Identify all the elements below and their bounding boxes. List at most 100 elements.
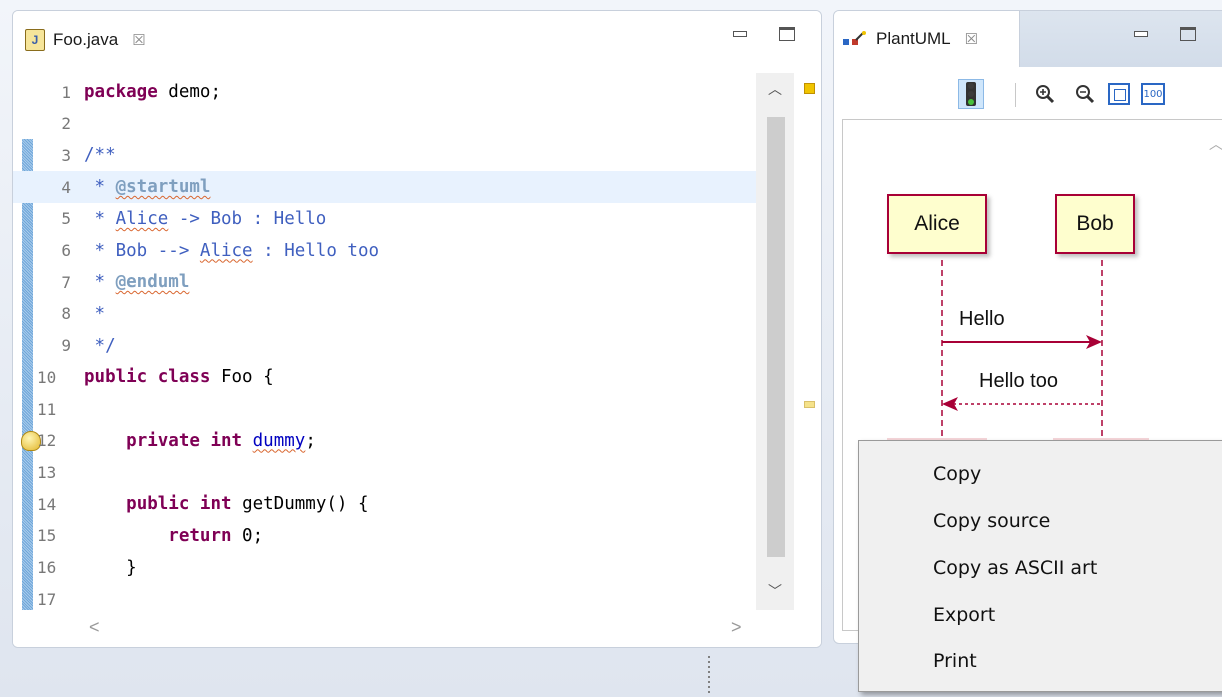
code-token: Foo {	[210, 367, 274, 388]
code-token: *	[84, 272, 116, 293]
code-token: Alice	[199, 240, 253, 261]
line-number: 11	[37, 399, 57, 419]
close-tab-icon[interactable]: ☒	[132, 31, 145, 49]
code-line[interactable]: 10 public class Foo {	[13, 361, 756, 393]
toolbar-separator	[1015, 83, 1016, 107]
line-number: 17	[37, 589, 57, 609]
scroll-down-icon[interactable]: ﹀	[768, 581, 782, 601]
line-number: 12	[37, 431, 57, 451]
traffic-light-icon[interactable]	[958, 79, 984, 109]
code-text: /**	[84, 145, 116, 165]
scroll-left-icon[interactable]: <	[89, 617, 100, 638]
line-number: 16	[37, 558, 57, 577]
code-token: *	[84, 208, 116, 229]
code-editor[interactable]: 1 package demo; 2 3/** 4 * @startuml 5 * Alic…	[13, 73, 756, 610]
code-token: public	[126, 494, 190, 515]
message-label-hello-too: Hello too	[979, 370, 1058, 392]
code-token: *	[84, 177, 116, 198]
menu-item-copy-ascii-art[interactable]: Copy as ASCII art	[859, 545, 1222, 591]
code-text: * @startuml	[84, 177, 211, 198]
line-number: 6	[61, 241, 71, 260]
java-file-icon: J	[25, 29, 45, 51]
plantuml-tab-label: PlantUML	[876, 29, 951, 48]
code-token: Alice	[115, 208, 169, 229]
code-token: demo;	[157, 82, 221, 102]
scroll-right-icon[interactable]: >	[731, 617, 742, 638]
line-number: 15	[37, 526, 57, 546]
code-token: getDummy() {	[231, 494, 369, 515]
plantuml-toolbar: 100	[834, 67, 1222, 119]
editor-tab-foo-java[interactable]: J Foo.java ☒	[25, 23, 146, 57]
code-text: return 0;	[84, 526, 263, 546]
close-tab-icon[interactable]: ☒	[965, 30, 978, 48]
code-line[interactable]: 9 */	[13, 330, 756, 362]
code-line[interactable]: 12 private int dummy;	[13, 425, 756, 457]
zoom-out-icon[interactable]	[1072, 79, 1098, 109]
maximize-icon[interactable]	[779, 27, 795, 41]
code-token: */	[84, 335, 116, 356]
context-menu: Copy Copy source Copy as ASCII art Expor…	[858, 440, 1222, 692]
zoom-100-icon[interactable]: 100	[1140, 79, 1166, 109]
minimize-icon[interactable]	[731, 27, 747, 41]
line-number: 5	[61, 209, 71, 229]
code-line[interactable]: 7 * @enduml	[13, 266, 756, 298]
code-token: class	[157, 367, 211, 388]
code-token: private	[126, 430, 200, 451]
code-line[interactable]: 6 * Bob --> Alice : Hello too	[13, 235, 756, 267]
line-number: 1	[61, 82, 71, 102]
annotation-marker[interactable]	[804, 83, 815, 94]
plantuml-icon	[843, 31, 866, 45]
code-line[interactable]: 15 return 0;	[13, 520, 756, 552]
maximize-icon[interactable]	[1180, 27, 1196, 41]
code-line[interactable]: 16 }	[13, 552, 756, 584]
line-number: 10	[37, 367, 57, 387]
code-line[interactable]: 11	[13, 393, 756, 425]
horizontal-scrollbar[interactable]: < >	[13, 610, 821, 647]
line-number: 9	[61, 336, 71, 356]
code-token: }	[84, 557, 137, 578]
minimize-icon[interactable]	[1132, 27, 1148, 41]
code-token: /**	[84, 145, 116, 166]
participant-alice: Alice	[887, 194, 987, 254]
occurrence-marker[interactable]	[804, 401, 815, 408]
code-line[interactable]: 13	[13, 456, 756, 488]
menu-item-export[interactable]: Export	[859, 592, 1222, 638]
code-line[interactable]: 2	[13, 108, 756, 140]
code-text: public int getDummy() {	[84, 494, 369, 515]
code-line[interactable]: 8 *	[13, 298, 756, 330]
code-line[interactable]: 3 /**	[13, 139, 756, 171]
menu-item-print[interactable]: Print	[859, 638, 1222, 684]
scrollbar-thumb[interactable]	[767, 117, 785, 557]
code-line[interactable]: 5 * Alice -> Bob : Hello	[13, 203, 756, 235]
code-token: int	[199, 494, 232, 515]
scroll-up-icon[interactable]: ︿	[768, 79, 782, 99]
code-token: int	[210, 430, 243, 451]
code-text: *	[84, 304, 106, 324]
java-editor-panel: J Foo.java ☒ 1 package demo; 2 3 /** 4 * @sta…	[12, 10, 822, 648]
overview-ruler[interactable]	[794, 73, 821, 610]
vertical-scrollbar[interactable]: ︿ ﹀	[756, 73, 794, 610]
fit-to-window-icon[interactable]	[1106, 79, 1132, 109]
code-line[interactable]: 1 package demo;	[13, 76, 756, 108]
code-token: : Hello too	[252, 240, 380, 261]
code-line[interactable]: 17	[13, 583, 756, 610]
code-line[interactable]: 4 * @startuml	[13, 171, 756, 204]
code-text: */	[84, 336, 116, 356]
code-line[interactable]: 14 public int getDummy() {	[13, 488, 756, 520]
code-text: * @enduml	[84, 272, 190, 293]
code-token: @startuml	[115, 177, 211, 198]
menu-item-copy[interactable]: Copy	[859, 451, 1222, 497]
message-label-hello: Hello	[959, 308, 1005, 330]
line-number: 8	[61, 304, 71, 324]
zoom-in-icon[interactable]	[1032, 79, 1058, 109]
menu-item-copy-source[interactable]: Copy source	[859, 498, 1222, 544]
plantuml-tab[interactable]: PlantUML ☒	[834, 11, 1020, 67]
sash-handle[interactable]	[708, 656, 710, 694]
code-token: ;	[305, 430, 316, 451]
